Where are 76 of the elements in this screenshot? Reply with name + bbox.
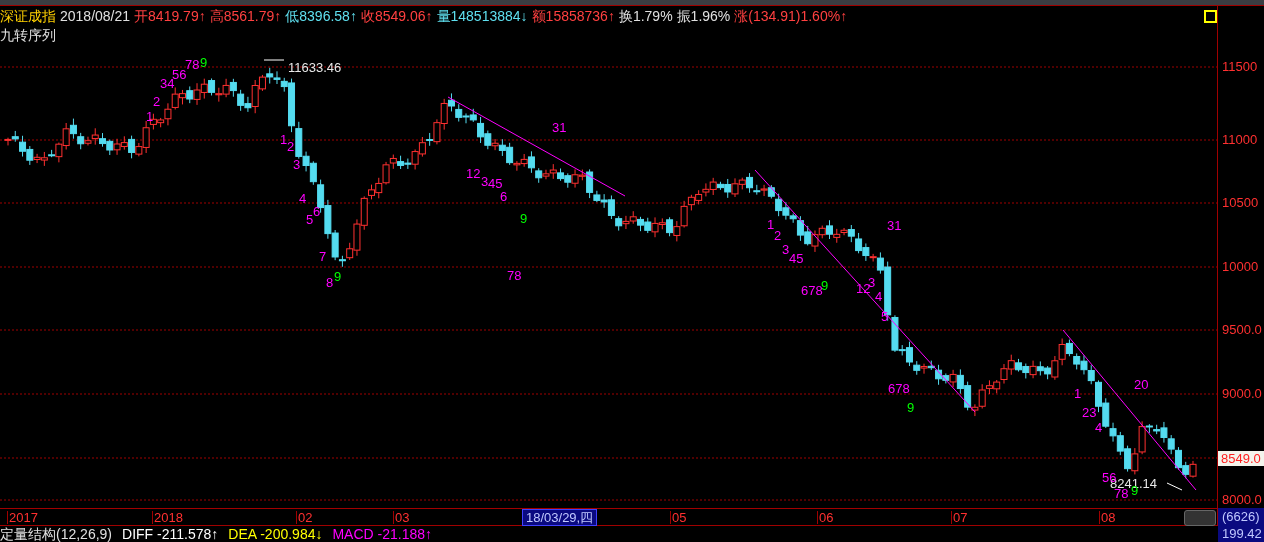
time-label: 05 — [670, 511, 687, 524]
sequence-mark: 23 — [1082, 406, 1097, 419]
quote-field: 额15858736↑ — [531, 8, 615, 26]
quote-field: 换1.79% — [618, 8, 673, 26]
quote-field: 开8419.79↑ — [134, 8, 206, 26]
leader-line — [263, 59, 285, 61]
time-label: 03 — [393, 511, 410, 524]
sequence-mark: 9 — [821, 279, 829, 292]
sequence-mark: 6 — [313, 205, 321, 218]
time-label: 02 — [296, 511, 313, 524]
sequence-mark: 56 — [172, 68, 187, 81]
sequence-mark: 12 — [466, 167, 481, 180]
square-icon[interactable] — [1204, 10, 1217, 23]
sequence-mark: 9 — [334, 270, 342, 283]
sequence-mark: 6 — [500, 190, 508, 203]
time-label: 07 — [951, 511, 968, 524]
sequence-mark: 2 — [153, 95, 161, 108]
sequence-mark: 31 — [887, 219, 902, 232]
sequence-mark: 1 — [146, 110, 154, 123]
sequence-mark: 2 — [287, 140, 295, 153]
indicator-value: DIFF -211.578↑ — [122, 526, 219, 542]
sequence-mark: 20 — [1134, 378, 1149, 391]
sequence-mark: 678 — [888, 382, 910, 395]
index-name: 深证成指 — [0, 8, 56, 26]
sequence-mark: 4 — [875, 290, 883, 303]
sequence-mark: 5 — [881, 310, 889, 323]
sequence-mark: 45 — [488, 177, 503, 190]
scale-value: 199.42 — [1218, 526, 1264, 542]
quote-field: 高8561.79↑ — [209, 8, 282, 26]
time-label: 06 — [817, 511, 834, 524]
time-label: 2018 — [152, 511, 183, 524]
sequence-mark: 1 — [767, 218, 775, 231]
quote-field: 量148513884↓ — [436, 8, 528, 26]
cursor-date: 18/03/29,四 — [522, 509, 598, 526]
current-price-tag: 8549.0 — [1218, 451, 1264, 466]
sequence-mark: 7 — [319, 250, 327, 263]
scroll-thumb[interactable] — [1184, 510, 1216, 526]
axis-label: 11500 — [1222, 60, 1258, 73]
leader-line — [1166, 482, 1183, 491]
quote-field: 收8549.06↑ — [360, 8, 433, 26]
sequence-mark: 8 — [326, 276, 334, 289]
indicator-value: MACD -21.188↑ — [332, 526, 433, 542]
sequence-mark: 78 — [507, 269, 522, 282]
indicator-name: 九转序列 — [0, 26, 57, 45]
sequence-mark: 12 — [856, 282, 871, 295]
sequence-mark: 5 — [306, 213, 314, 226]
sequence-mark: 78 — [185, 58, 200, 71]
sequence-mark: 9 — [907, 401, 915, 414]
quote-field: 振1.96% — [676, 8, 731, 26]
price-label: 11633.46 — [288, 61, 342, 74]
axis-label: 10000 — [1222, 260, 1259, 273]
sequence-mark: 45 — [789, 252, 804, 265]
sequence-mark: 31 — [552, 121, 567, 134]
sequence-mark: 3 — [293, 158, 301, 171]
sequence-mark: 1 — [280, 133, 288, 146]
sequence-mark: 3 — [782, 243, 790, 256]
axis-label: 9000.0 — [1222, 387, 1262, 400]
sequence-mark: 9 — [520, 212, 528, 225]
count-text: (6626) — [1218, 508, 1264, 526]
date-text: 2018/08/21 — [60, 8, 131, 26]
axis-label: 11000 — [1222, 133, 1258, 146]
sequence-mark: 2 — [774, 229, 782, 242]
sequence-mark: 4 — [299, 192, 307, 205]
sequence-mark: 4 — [1095, 421, 1103, 434]
quote-field: 涨(134.91)1.60%↑ — [734, 8, 848, 26]
axis-label: 8000.0 — [1222, 493, 1262, 506]
sequence-mark: 1 — [1074, 387, 1082, 400]
time-label: 2017 — [7, 511, 38, 524]
indicator-value: DEA -200.984↓ — [228, 526, 323, 542]
axis-label: 10500 — [1222, 196, 1259, 209]
sequence-mark: 9 — [200, 56, 208, 69]
sequence-mark: 3 — [481, 175, 489, 188]
time-label: 08 — [1099, 511, 1116, 524]
indicator-title: 定量结构(12,26,9) — [0, 526, 113, 542]
quote-field: 低8396.58↑ — [285, 8, 357, 26]
axis-label: 9500.0 — [1222, 323, 1262, 336]
